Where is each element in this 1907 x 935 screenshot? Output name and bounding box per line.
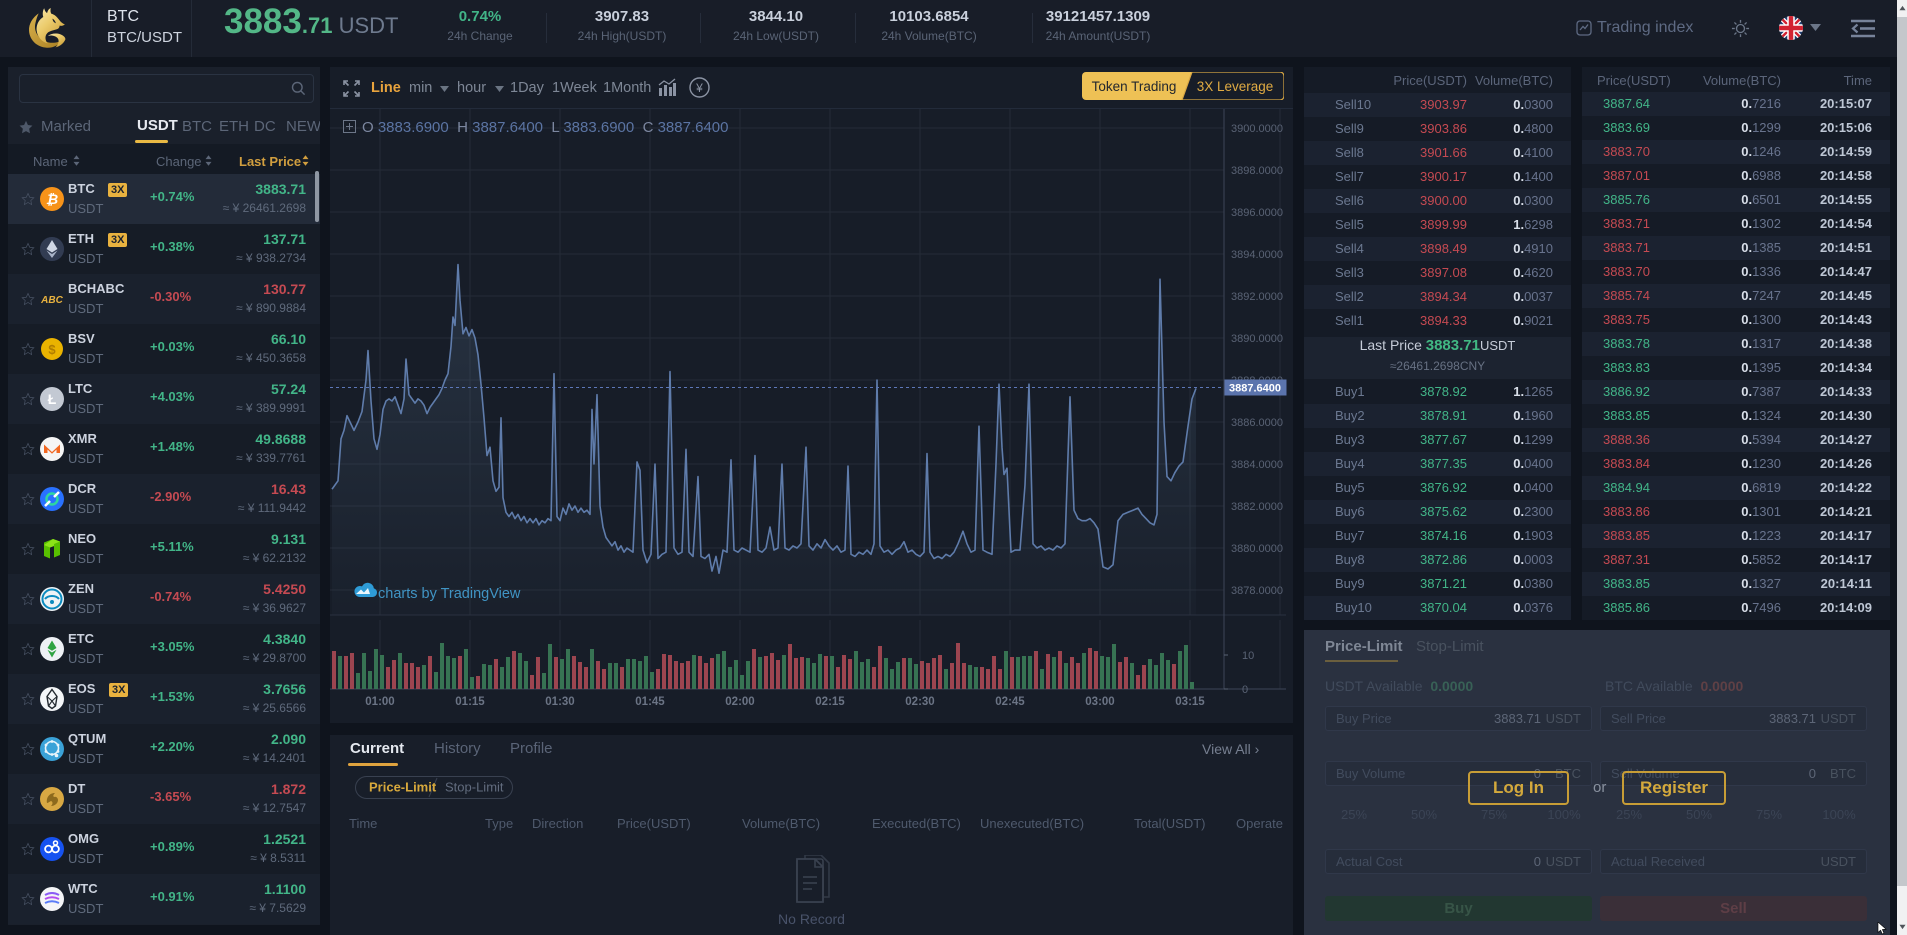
svg-text:Price-Limit: Price-Limit <box>369 780 437 795</box>
svg-text:3892.0000: 3892.0000 <box>1231 291 1283 303</box>
svg-text:01:45: 01:45 <box>635 696 665 708</box>
svg-text:02:30: 02:30 <box>905 696 934 708</box>
svg-text:$: $ <box>48 342 56 357</box>
svg-text:03:00: 03:00 <box>1085 696 1114 708</box>
svg-text:ABC: ABC <box>40 295 63 306</box>
svg-text:3886.0000: 3886.0000 <box>1231 417 1283 429</box>
svg-text:3880.0000: 3880.0000 <box>1231 543 1283 555</box>
svg-text:3896.0000: 3896.0000 <box>1231 207 1283 219</box>
svg-text:02:00: 02:00 <box>725 696 754 708</box>
svg-text:01:30: 01:30 <box>545 696 574 708</box>
svg-text:Stop-Limit: Stop-Limit <box>445 780 504 795</box>
svg-text:02:15: 02:15 <box>815 696 845 708</box>
svg-text:3898.0000: 3898.0000 <box>1231 165 1283 177</box>
svg-text:3890.0000: 3890.0000 <box>1231 333 1283 345</box>
svg-text:3878.0000: 3878.0000 <box>1231 585 1283 597</box>
svg-text:3894.0000: 3894.0000 <box>1231 249 1283 261</box>
svg-text:3900.0000: 3900.0000 <box>1231 123 1283 135</box>
svg-text:3882.0000: 3882.0000 <box>1231 501 1283 513</box>
svg-text:¥: ¥ <box>695 81 703 95</box>
svg-text:10: 10 <box>1242 650 1254 662</box>
svg-text:0: 0 <box>1242 684 1248 696</box>
svg-text:02:45: 02:45 <box>995 696 1025 708</box>
svg-text:01:15: 01:15 <box>455 696 485 708</box>
svg-text:3X Leverage: 3X Leverage <box>1197 79 1274 94</box>
svg-text:3884.0000: 3884.0000 <box>1231 459 1283 471</box>
svg-text:charts by TradingView: charts by TradingView <box>378 586 521 602</box>
svg-text:3887.6400: 3887.6400 <box>1229 383 1281 395</box>
svg-text:Token Trading: Token Trading <box>1092 79 1177 94</box>
svg-text:03:15: 03:15 <box>1175 696 1205 708</box>
svg-text:01:00: 01:00 <box>365 696 394 708</box>
svg-text:₿: ₿ <box>46 191 58 207</box>
svg-text:Ł: Ł <box>48 391 57 407</box>
